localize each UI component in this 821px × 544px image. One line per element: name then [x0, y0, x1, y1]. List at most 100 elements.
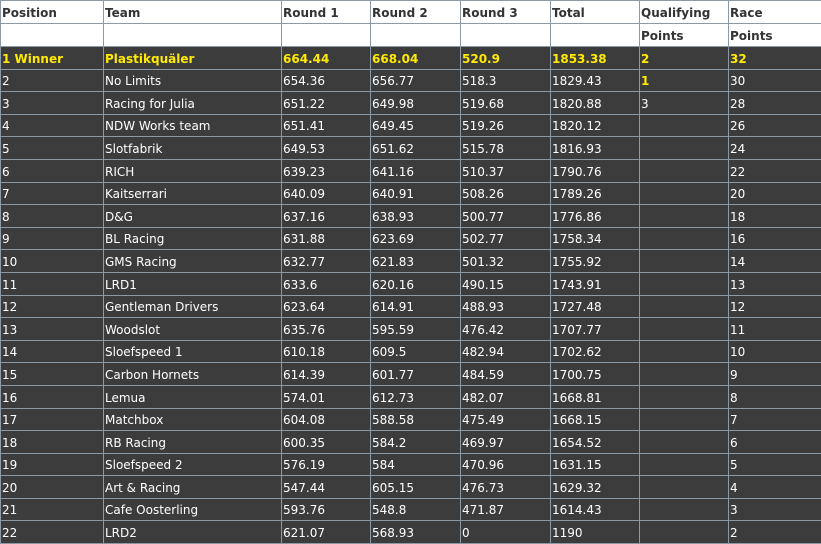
round2-cell: 656.77 — [370, 68, 461, 93]
qualifying-points-cell — [639, 430, 729, 454]
round2-cell: 623.69 — [370, 226, 461, 251]
position-cell: 2 — [0, 68, 104, 93]
table-row: 8 D&G 637.16 638.93 500.77 1776.86 18 — [0, 204, 821, 228]
team-cell: Woodslot — [103, 317, 282, 341]
total-cell: 1654.52 — [550, 430, 640, 454]
round1-cell: 574.01 — [281, 384, 371, 409]
race-points-cell: 8 — [728, 384, 821, 409]
round3-cell: 500.77 — [460, 204, 551, 228]
round2-cell: 638.93 — [370, 204, 461, 228]
round1-cell: 651.22 — [281, 91, 371, 115]
position-cell: 12 — [0, 294, 104, 319]
header-empty — [370, 23, 461, 47]
round2-cell: 651.62 — [370, 136, 461, 160]
round3-cell: 519.26 — [460, 113, 551, 138]
header-total: Total — [550, 0, 640, 24]
round2-cell: 584.2 — [370, 430, 461, 454]
round3-cell: 488.93 — [460, 294, 551, 319]
round3-cell: 0 — [460, 520, 551, 544]
race-points-cell: 16 — [728, 226, 821, 251]
table-row: 11 LRD1 633.6 620.16 490.15 1743.91 13 — [0, 271, 821, 296]
total-cell: 1790.76 — [550, 158, 640, 183]
qualifying-points-cell — [639, 294, 729, 319]
round3-cell: 482.94 — [460, 339, 551, 364]
table-row: 7 Kaitserrari 640.09 640.91 508.26 1789.26 20 — [0, 181, 821, 206]
round2-cell: 595.59 — [370, 317, 461, 341]
total-cell: 1190 — [550, 520, 640, 544]
position-cell: 20 — [0, 475, 104, 499]
total-cell: 1668.81 — [550, 384, 640, 409]
round2-cell: 568.93 — [370, 520, 461, 544]
race-points-cell: 6 — [728, 430, 821, 454]
total-cell: 1755.92 — [550, 249, 640, 273]
position-cell: 10 — [0, 249, 104, 273]
team-cell: Kaitserrari — [103, 181, 282, 206]
team-cell: Lemua — [103, 384, 282, 409]
round1-cell: 635.76 — [281, 317, 371, 341]
round1-cell: 664.44 — [281, 46, 371, 70]
header-round3: Round 3 — [460, 0, 551, 24]
team-cell: RB Racing — [103, 430, 282, 454]
round2-cell: 548.8 — [370, 497, 461, 522]
table-row: 14 Sloefspeed 1 610.18 609.5 482.94 1702.62 10 — [0, 339, 821, 364]
race-points-cell: 14 — [728, 249, 821, 273]
total-cell: 1668.15 — [550, 407, 640, 432]
round1-cell: 639.23 — [281, 158, 371, 183]
total-cell: 1631.15 — [550, 452, 640, 477]
total-cell: 1758.34 — [550, 226, 640, 251]
race-points-cell: 3 — [728, 497, 821, 522]
qualifying-points-cell — [639, 497, 729, 522]
total-cell: 1743.91 — [550, 271, 640, 296]
round2-cell: 609.5 — [370, 339, 461, 364]
table-row: 15 Carbon Hornets 614.39 601.77 484.59 1700.7… — [0, 362, 821, 386]
race-points-cell: 13 — [728, 271, 821, 296]
qualifying-points-cell — [639, 362, 729, 386]
total-cell: 1820.12 — [550, 113, 640, 138]
round3-cell: 476.42 — [460, 317, 551, 341]
table-row: 4 NDW Works team 651.41 649.45 519.26 1820.12… — [0, 113, 821, 138]
qualifying-points-cell — [639, 520, 729, 544]
position-cell: 11 — [0, 271, 104, 296]
round3-cell: 475.49 — [460, 407, 551, 432]
round1-cell: 610.18 — [281, 339, 371, 364]
round2-cell: 641.16 — [370, 158, 461, 183]
round1-cell: 640.09 — [281, 181, 371, 206]
header-qualifying: Qualifying — [639, 0, 729, 24]
race-points-cell: 28 — [728, 91, 821, 115]
round3-cell: 519.68 — [460, 91, 551, 115]
position-cell: 9 — [0, 226, 104, 251]
total-cell: 1614.43 — [550, 497, 640, 522]
round3-cell: 520.9 — [460, 46, 551, 70]
race-points-cell: 22 — [728, 158, 821, 183]
qualifying-points-cell: 1 — [639, 68, 729, 93]
header-team: Team — [103, 0, 282, 24]
position-cell: 18 — [0, 430, 104, 454]
position-cell: 13 — [0, 317, 104, 341]
table-row: 16 Lemua 574.01 612.73 482.07 1668.81 8 — [0, 384, 821, 409]
round1-cell: 604.08 — [281, 407, 371, 432]
table-row: 5 Slotfabrik 649.53 651.62 515.78 1816.93 24 — [0, 136, 821, 160]
qualifying-points-cell — [639, 452, 729, 477]
header-round2: Round 2 — [370, 0, 461, 24]
round2-cell: 588.58 — [370, 407, 461, 432]
header-race: Race — [728, 0, 821, 24]
position-cell: 6 — [0, 158, 104, 183]
round2-cell: 584 — [370, 452, 461, 477]
round3-cell: 484.59 — [460, 362, 551, 386]
qualifying-points-cell — [639, 271, 729, 296]
table-row: 12 Gentleman Drivers 623.64 614.91 488.93 172… — [0, 294, 821, 319]
total-cell: 1829.43 — [550, 68, 640, 93]
team-cell: GMS Racing — [103, 249, 282, 273]
table-body: 1 Winner Plastikquäler 664.44 668.04 520.9 18… — [0, 46, 821, 544]
header-empty — [550, 23, 640, 47]
round2-cell: 649.98 — [370, 91, 461, 115]
header-row-2: Points Points — [0, 23, 821, 47]
position-cell: 5 — [0, 136, 104, 160]
race-points-cell: 4 — [728, 475, 821, 499]
total-cell: 1789.26 — [550, 181, 640, 206]
qualifying-points-cell — [639, 158, 729, 183]
header-empty — [460, 23, 551, 47]
team-cell: Matchbox — [103, 407, 282, 432]
position-cell: 4 — [0, 113, 104, 138]
total-cell: 1853.38 — [550, 46, 640, 70]
